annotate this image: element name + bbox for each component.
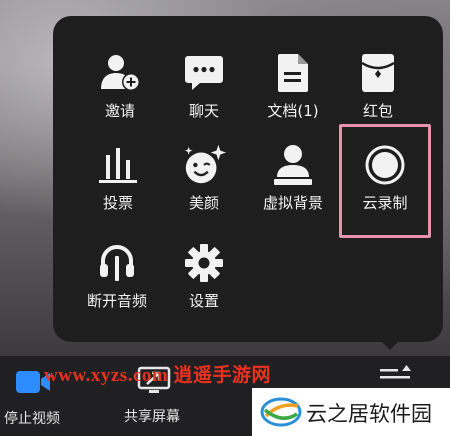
menu-item-label: 邀请 bbox=[104, 102, 135, 120]
highlight-frame bbox=[339, 124, 431, 238]
red-envelope-icon bbox=[355, 50, 401, 96]
menu-item-label: 虚拟背景 bbox=[262, 194, 323, 212]
more-button[interactable] bbox=[378, 362, 414, 390]
menu-item-red-envelope[interactable]: 红包 bbox=[338, 50, 418, 130]
menu-item-disconnect-audio[interactable]: 断开音频 bbox=[77, 240, 157, 320]
poll-icon bbox=[95, 142, 141, 188]
menu-item-poll[interactable]: 投票 bbox=[78, 142, 158, 222]
menu-item-settings[interactable]: 设置 bbox=[164, 240, 244, 320]
document-icon bbox=[270, 50, 316, 96]
menu-item-label: 投票 bbox=[102, 194, 133, 212]
share-screen-label: 共享屏幕 bbox=[124, 409, 180, 425]
more-menu-icon bbox=[378, 362, 414, 390]
menu-item-documents[interactable]: 文档(1) bbox=[253, 50, 333, 130]
add-user-icon bbox=[97, 50, 143, 96]
menu-item-label: 红包 bbox=[362, 102, 393, 120]
logo-swirl-icon bbox=[260, 394, 302, 434]
menu-item-label: 美颜 bbox=[188, 194, 219, 212]
menu-item-invite[interactable]: 邀请 bbox=[80, 50, 160, 130]
gear-icon bbox=[181, 240, 227, 286]
menu-item-label: 聊天 bbox=[188, 102, 219, 120]
menu-item-chat[interactable]: 聊天 bbox=[164, 50, 244, 130]
watermark-text: www.xyzs.com 逍遥手游网 bbox=[44, 365, 271, 386]
menu-item-label: 设置 bbox=[188, 292, 219, 310]
beauty-icon bbox=[181, 142, 227, 188]
menu-item-beauty[interactable]: 美颜 bbox=[164, 142, 244, 222]
menu-item-virtual-background[interactable]: 虚拟背景 bbox=[253, 142, 333, 222]
menu-item-label: 文档(1) bbox=[267, 102, 319, 120]
chat-icon bbox=[181, 50, 227, 96]
menu-item-label: 断开音频 bbox=[86, 292, 147, 310]
menu-pointer bbox=[378, 338, 402, 350]
site-logo: 云之居软件园 bbox=[252, 388, 450, 436]
virtual-background-icon bbox=[270, 142, 316, 188]
headphones-icon bbox=[94, 240, 140, 286]
stop-video-label: 停止视频 bbox=[4, 411, 60, 427]
logo-text: 云之居软件园 bbox=[306, 402, 432, 426]
